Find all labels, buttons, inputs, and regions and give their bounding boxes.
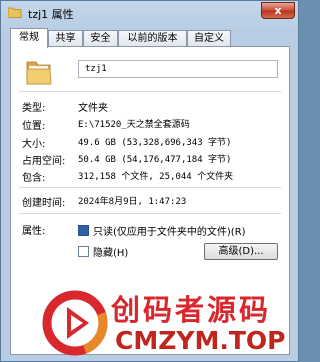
advanced-button[interactable]: 高级(D)...: [204, 243, 278, 260]
type-label: 类型:: [22, 103, 46, 114]
readonly-checkbox-label: 只读(仅应用于文件夹中的文件)(R): [93, 227, 246, 238]
tab-sharing[interactable]: 共享: [48, 30, 83, 47]
close-button[interactable]: x: [261, 2, 295, 19]
created-label: 创建时间:: [22, 198, 66, 209]
readonly-checkbox[interactable]: [78, 225, 89, 236]
watermark-text: 创码者源码: [111, 293, 272, 327]
attributes-label: 属性:: [22, 226, 46, 237]
size-on-disk-value: 50.4 GB (54,176,477,184 字节): [78, 155, 232, 165]
tab-customize[interactable]: 自定义: [187, 30, 231, 47]
type-value: 文件夹: [78, 103, 108, 114]
hidden-checkbox-label: 隐藏(H): [93, 248, 129, 259]
folder-icon: [8, 7, 22, 18]
contains-label: 包含:: [22, 173, 46, 184]
tab-general[interactable]: 常规: [10, 28, 48, 48]
created-value: 2024年8月9日, 1:47:23: [78, 197, 187, 207]
divider: [19, 213, 281, 214]
divider: [19, 91, 281, 92]
tab-previous-versions[interactable]: 以前的版本: [118, 30, 187, 47]
divider: [19, 187, 281, 188]
hidden-checkbox[interactable]: [78, 246, 89, 257]
tab-security[interactable]: 安全: [83, 30, 118, 47]
folder-name-input[interactable]: tzj1: [78, 60, 278, 78]
size-value: 49.6 GB (53,328,696,343 字节): [78, 138, 232, 148]
large-folder-icon: [26, 61, 52, 85]
title-bar[interactable]: tzj1 属性 x: [1, 1, 298, 25]
window-title: tzj1 属性: [28, 8, 74, 21]
size-label: 大小:: [22, 139, 46, 150]
properties-window: tzj1 属性 x 常规 共享 安全 以前的版本 自定义 tzj1 类型: 文件…: [0, 0, 299, 362]
watermark-url: CMZYM.TOP: [115, 326, 286, 355]
size-on-disk-label: 占用空间:: [22, 156, 66, 167]
contains-value: 312,158 个文件, 25,044 个文件夹: [78, 172, 234, 182]
watermark-logo: [42, 290, 108, 356]
location-label: 位置:: [22, 121, 46, 132]
location-value: E:\71520_天之禁全套源码: [78, 120, 190, 130]
